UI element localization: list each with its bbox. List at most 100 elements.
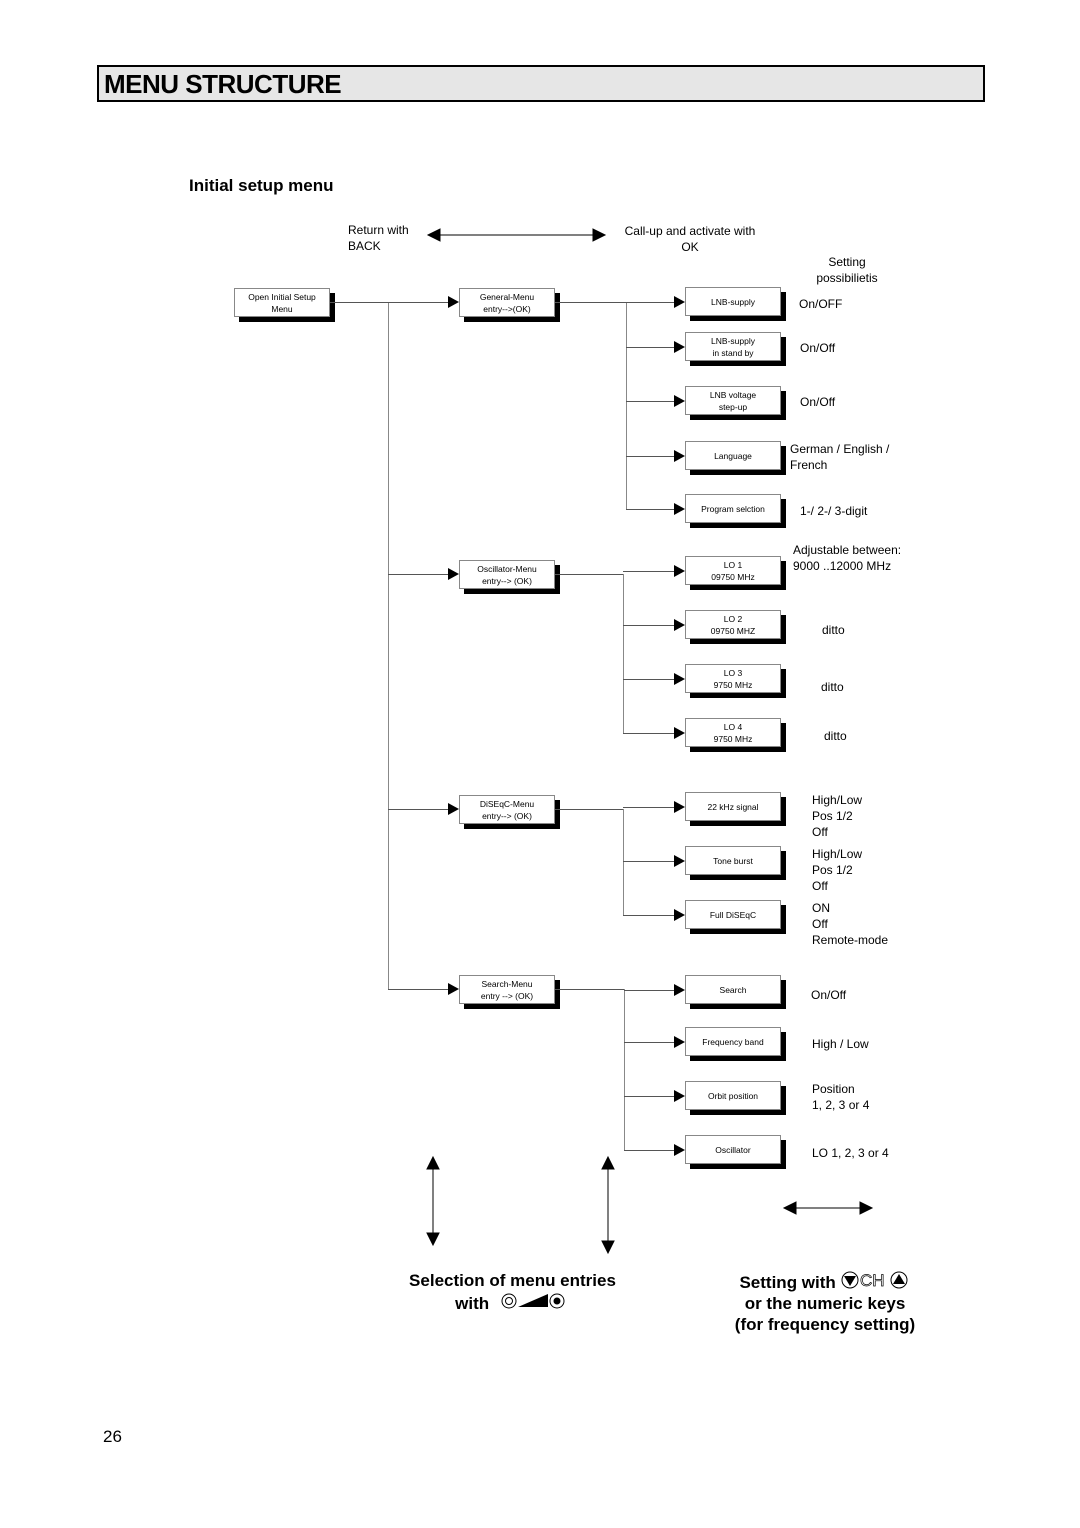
box-label: in stand by	[712, 347, 754, 358]
connector-line	[626, 509, 674, 510]
arrow-icon	[448, 983, 459, 995]
connector-line	[623, 625, 674, 626]
connector-line	[623, 861, 674, 862]
arrow-icon	[674, 909, 685, 921]
submenu-trunk-line	[623, 574, 624, 733]
menu-connector	[555, 302, 626, 303]
box-submenu-item[interactable]: LO 2 09750 MHZ	[685, 610, 781, 639]
box-submenu-item[interactable]: LO 1 09750 MHz	[685, 556, 781, 585]
setting-options: High/Low Pos 1/2 Off	[812, 793, 863, 839]
box-label: General-Menu	[479, 291, 535, 302]
box-submenu-item[interactable]: LO 4 9750 MHz	[685, 718, 781, 747]
box-label: Program selction	[701, 503, 765, 514]
submenu-trunk-line	[624, 989, 625, 1150]
connector-line	[623, 915, 674, 916]
arrow-icon	[674, 801, 685, 813]
box-label: Frequency band	[702, 1036, 764, 1047]
arrow-icon	[674, 296, 685, 308]
box-label: LO 1	[723, 559, 743, 570]
connector-line	[626, 302, 674, 303]
menu-connector	[555, 809, 623, 810]
setting-options: ditto	[822, 623, 845, 637]
submenu-trunk-line	[626, 302, 627, 509]
box-label: Open Initial Setup	[248, 291, 316, 302]
box-label: entry--> (OK)	[482, 575, 532, 586]
channel-keys-icon: CH	[841, 1271, 908, 1290]
box-label: entry--> (OK)	[482, 810, 532, 821]
box-submenu-item[interactable]: LNB voltage step-up	[685, 386, 781, 415]
box-submenu-item[interactable]: Orbit position	[685, 1081, 781, 1110]
box-submenu-item[interactable]: LNB-supply in stand by	[685, 332, 781, 361]
main-trunk-line	[388, 302, 389, 989]
setting-options: German / English / French	[790, 442, 890, 472]
box-label: LO 3	[723, 667, 743, 678]
page-number: 26	[103, 1427, 122, 1446]
arrow-icon	[674, 565, 685, 577]
setting-options: On/Off	[800, 395, 836, 409]
box-label: Language	[714, 450, 752, 461]
box-label: 9750 MHz	[713, 733, 753, 744]
box-label: entry --> (OK)	[480, 990, 534, 1001]
menu-connector	[555, 989, 624, 990]
arrow-icon	[448, 568, 459, 580]
arrow-icon	[674, 673, 685, 685]
setting-options: On/Off	[811, 988, 847, 1002]
box-submenu-item[interactable]: Oscillator	[685, 1135, 781, 1164]
connector-line	[626, 401, 674, 402]
box-label: Oscillator	[715, 1144, 751, 1155]
box-label: Tone burst	[713, 855, 753, 866]
box-label: LO 2	[723, 613, 743, 624]
box-label: 22 kHz signal	[707, 801, 759, 812]
setting-options: High / Low	[812, 1037, 869, 1051]
box-submenu-item[interactable]: Language	[685, 441, 781, 470]
setting-options: 1-/ 2-/ 3-digit	[800, 504, 868, 518]
box-label: 09750 MHZ	[710, 625, 756, 636]
connector-line	[388, 989, 448, 990]
box-submenu-item[interactable]: Full DiSEqC	[685, 900, 781, 929]
box-label: Full DiSEqC	[709, 909, 757, 920]
box-submenu-item[interactable]: Frequency band	[685, 1027, 781, 1056]
connector-line	[623, 571, 674, 572]
connector-line	[624, 990, 674, 991]
connector-line	[388, 574, 448, 575]
setting-options: High/Low Pos 1/2 Off	[812, 847, 863, 893]
box-open-initial-setup-menu[interactable]: Open Initial Setup Menu	[234, 288, 330, 317]
arrow-icon	[674, 855, 685, 867]
arrow-icon	[674, 395, 685, 407]
box-submenu-item[interactable]: 22 kHz signal	[685, 792, 781, 821]
box-menu-0[interactable]: General-Menu entry-->(OK)	[459, 288, 555, 317]
box-label: LO 4	[723, 721, 743, 732]
box-label: DiSEqC-Menu	[479, 798, 535, 809]
box-label: Search	[719, 984, 747, 995]
box-label: Oscillator-Menu	[477, 563, 537, 574]
box-submenu-item[interactable]: LNB-supply	[685, 287, 781, 316]
box-submenu-item[interactable]: LO 3 9750 MHz	[685, 664, 781, 693]
setting-options: LO 1, 2, 3 or 4	[812, 1146, 889, 1160]
box-label: Menu	[271, 303, 293, 314]
selection-keys-icon	[501, 1293, 565, 1309]
arrow-icon	[674, 619, 685, 631]
arrow-icon	[448, 803, 459, 815]
root-connector	[330, 302, 388, 303]
connector-line	[624, 1042, 674, 1043]
box-submenu-item[interactable]: Program selction	[685, 494, 781, 523]
setting-options: Position 1, 2, 3 or 4	[812, 1082, 870, 1112]
connector-line	[624, 1096, 674, 1097]
box-menu-1[interactable]: Oscillator-Menu entry--> (OK)	[459, 560, 555, 589]
box-label: step-up	[718, 401, 748, 412]
box-submenu-item[interactable]: Tone burst	[685, 846, 781, 875]
arrow-icon	[674, 503, 685, 515]
box-label: LNB-supply	[711, 296, 755, 307]
box-menu-2[interactable]: DiSEqC-Menu entry--> (OK)	[459, 795, 555, 824]
box-submenu-item[interactable]: Search	[685, 975, 781, 1004]
setting-options: ON Off Remote-mode	[812, 901, 889, 947]
setting-caption: Setting with CH or the numeric keys (for…	[734, 1271, 916, 1334]
connector-line	[626, 347, 674, 348]
vertical-nav-arrow-left	[426, 1155, 440, 1247]
box-menu-3[interactable]: Search-Menu entry --> (OK)	[459, 975, 555, 1004]
connector-line	[626, 456, 674, 457]
connector-line	[623, 733, 674, 734]
box-label: Orbit position	[707, 1090, 759, 1101]
connector-line	[623, 807, 674, 808]
back-ok-arrow	[426, 228, 607, 242]
